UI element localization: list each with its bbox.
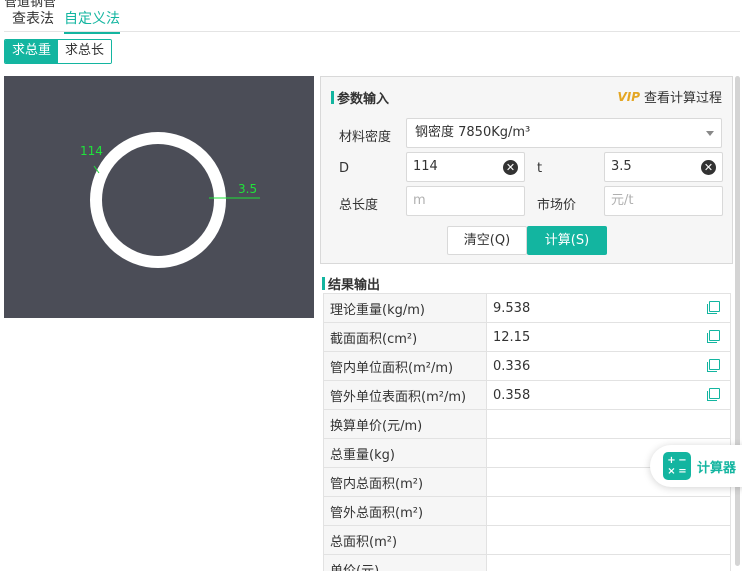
t-input-value: 3.5 [611, 159, 632, 174]
d-label: D [339, 161, 350, 176]
calc-glyph: − [678, 454, 687, 466]
result-label: 理论重量(kg/m) [323, 293, 487, 323]
page: 管道钢管 查表法 自定义法 求总重 求总长 114 3.5 参数输入 VIP 查… [0, 0, 742, 571]
table-row: 总面积(m²) [323, 525, 731, 555]
result-value-cell [486, 525, 731, 555]
thickness-dimension-label: 3.5 [238, 182, 258, 196]
result-value: 0.336 [493, 358, 531, 374]
vertical-scrollbar[interactable] [735, 76, 740, 566]
table-row: 单价(元) [323, 554, 731, 571]
result-label: 换算单价(元/m) [323, 409, 487, 439]
table-row: 管外总面积(m²) [323, 496, 731, 526]
result-section-title: 结果输出 [322, 274, 380, 293]
clear-button[interactable]: 清空(Q) [447, 226, 527, 255]
mode-total-weight-button[interactable]: 求总重 [5, 40, 59, 63]
total-length-input[interactable]: m [406, 186, 525, 216]
view-process-label: 查看计算过程 [643, 91, 722, 106]
copy-icon[interactable] [707, 359, 720, 372]
table-row: 截面面积(cm²) 12.15 [323, 322, 731, 352]
mode-total-length-button[interactable]: 求总长 [58, 40, 112, 63]
calc-glyph: × [667, 465, 676, 477]
result-label: 单价(元) [323, 554, 487, 571]
vip-icon: VIP [617, 89, 640, 104]
t-label: t [537, 161, 543, 176]
floating-calculator-label: 计算器 [697, 460, 737, 476]
result-value-cell [486, 409, 731, 439]
result-label: 管外单位表面积(m²/m) [323, 380, 487, 410]
result-value-cell: 9.538 [486, 293, 731, 323]
result-label: 总重量(kg) [323, 438, 487, 468]
result-value-cell [486, 496, 731, 526]
result-value: 12.15 [493, 329, 531, 345]
pipe-ring [90, 132, 226, 268]
calculator-icon: + − × = [663, 452, 691, 480]
mode-toggle: 求总重 求总长 [4, 39, 113, 64]
result-label: 管外总面积(m²) [323, 496, 487, 526]
market-price-input[interactable]: 元/t [604, 186, 723, 216]
floating-calculator-button[interactable]: + − × = 计算器 [650, 445, 742, 487]
d-input[interactable]: 114 ✕ [406, 152, 525, 182]
parameter-section-title: 参数输入 [331, 88, 389, 107]
result-value-cell: 0.358 [486, 380, 731, 410]
tabs-divider [4, 31, 740, 32]
outer-dimension-label: 114 [80, 144, 103, 158]
parameter-section-label: 参数输入 [337, 92, 390, 107]
copy-icon[interactable] [707, 301, 720, 314]
view-calculation-process-link[interactable]: VIP 查看计算过程 [617, 87, 722, 107]
material-density-select[interactable]: 钢密度 7850Kg/m³ [406, 118, 722, 148]
section-accent-bar [331, 91, 334, 104]
result-value: 0.358 [493, 387, 531, 403]
clear-d-icon[interactable]: ✕ [503, 160, 518, 175]
table-row: 管内单位面积(m²/m) 0.336 [323, 351, 731, 381]
result-label: 管内总面积(m²) [323, 467, 487, 497]
result-value: 9.538 [493, 300, 531, 316]
result-label: 管内单位面积(m²/m) [323, 351, 487, 381]
calc-glyph: = [678, 465, 687, 477]
result-table: 理论重量(kg/m) 9.538 截面面积(cm²) 12.15 管内单位面积(m²/m… [323, 293, 731, 571]
result-label: 总面积(m²) [323, 525, 487, 555]
calc-glyph: + [667, 454, 676, 466]
result-value-cell: 0.336 [486, 351, 731, 381]
result-section-label: 结果输出 [328, 278, 381, 293]
total-length-label: 总长度 [339, 198, 379, 213]
table-row: 换算单价(元/m) [323, 409, 731, 439]
table-row: 理论重量(kg/m) 9.538 [323, 293, 731, 323]
clear-t-icon[interactable]: ✕ [701, 160, 716, 175]
calculate-button[interactable]: 计算(S) [527, 226, 607, 255]
d-input-value: 114 [413, 159, 438, 174]
chevron-down-icon [706, 131, 714, 136]
parameter-input-panel: 参数输入 VIP 查看计算过程 材料密度 钢密度 7850Kg/m³ D 114… [320, 76, 733, 264]
result-label: 截面面积(cm²) [323, 322, 487, 352]
section-accent-bar [322, 277, 325, 290]
table-row: 管外单位表面积(m²/m) 0.358 [323, 380, 731, 410]
material-density-value: 钢密度 7850Kg/m³ [415, 125, 531, 140]
t-input[interactable]: 3.5 ✕ [604, 152, 723, 182]
material-density-label: 材料密度 [339, 130, 392, 145]
pipe-cross-section-drawing [90, 132, 260, 268]
result-value-cell [486, 554, 731, 571]
pipe-preview-canvas: 114 3.5 [4, 76, 314, 318]
copy-icon[interactable] [707, 330, 720, 343]
result-value-cell: 12.15 [486, 322, 731, 352]
market-price-label: 市场价 [537, 198, 577, 213]
copy-icon[interactable] [707, 388, 720, 401]
